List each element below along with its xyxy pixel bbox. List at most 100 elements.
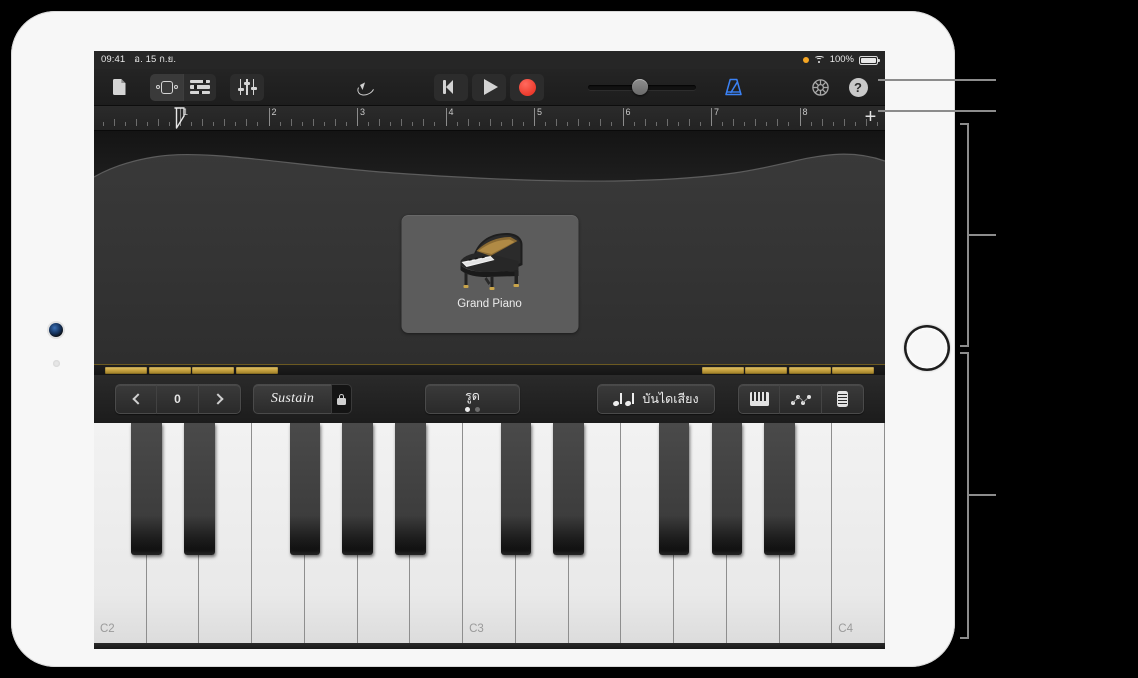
app-toolbar: ?: [94, 69, 885, 106]
metronome-button[interactable]: [716, 74, 750, 101]
ruler-tick: [135, 119, 137, 126]
bar-line: [711, 108, 712, 126]
view-mode-segmented-control[interactable]: [150, 73, 216, 101]
keyboard-view-button[interactable]: [738, 384, 780, 414]
patch-card-grand-piano[interactable]: Grand Piano: [401, 215, 578, 333]
black-key[interactable]: [289, 423, 321, 555]
keyboard-layout-segmented-control[interactable]: [738, 384, 864, 414]
bar-number: 4: [448, 107, 454, 117]
black-key[interactable]: [131, 423, 163, 555]
black-key[interactable]: [658, 423, 690, 555]
keyboard-control-bar: 0 Sustain รูด บันไดเสียง: [94, 375, 885, 423]
bar-line: [622, 108, 624, 126]
record-button[interactable]: [510, 73, 544, 101]
sustain-button[interactable]: Sustain: [253, 384, 331, 414]
ruler-tick: [500, 122, 502, 126]
ruler-tick: [379, 119, 381, 126]
bar-number: 7: [714, 107, 720, 117]
timeline-ruler[interactable]: 12345678 +: [94, 106, 885, 131]
ruler-tick: [545, 122, 547, 126]
ruler-tick: [744, 122, 746, 126]
undo-button[interactable]: [348, 74, 382, 101]
undo-icon: [355, 79, 375, 95]
black-key[interactable]: [500, 423, 532, 555]
sustain-label: Sustain: [270, 391, 315, 406]
keyboard-base-strip: [94, 643, 885, 649]
octave-stepper[interactable]: 0: [115, 384, 241, 414]
rewind-button[interactable]: [434, 73, 468, 101]
track-view-button[interactable]: [150, 73, 183, 101]
ruler-tick: [412, 122, 414, 126]
glissando-button[interactable]: รูด: [425, 384, 520, 414]
black-key[interactable]: [764, 423, 795, 555]
help-button[interactable]: ?: [841, 74, 875, 101]
ruler-tick: [567, 122, 569, 126]
bar-number: 2: [271, 107, 277, 117]
add-track-button[interactable]: +: [862, 107, 879, 127]
ruler-tick: [301, 122, 303, 126]
ruler-tick: [213, 122, 215, 126]
document-icon: [112, 79, 126, 95]
gold-trim-segment: [105, 367, 147, 374]
gold-trim-strip: [94, 364, 885, 375]
sustain-lock-button[interactable]: [331, 384, 352, 414]
ruler-tick: [755, 119, 757, 126]
ruler-tick: [323, 122, 325, 126]
music-notes-icon: [612, 392, 635, 407]
settings-button[interactable]: [803, 74, 837, 101]
ruler-tick: [202, 119, 204, 126]
black-key[interactable]: [184, 423, 215, 555]
callout-line-ruler: [878, 110, 996, 112]
chevron-right-icon: [212, 393, 224, 405]
glissando-label: รูด: [465, 389, 480, 403]
status-bar-right: 100%: [802, 51, 880, 69]
ruler-tick: [423, 119, 425, 126]
my-songs-button[interactable]: [102, 74, 136, 101]
bar-number: 6: [625, 107, 631, 117]
gold-trim-left: [105, 367, 278, 374]
fader-view-button[interactable]: [822, 384, 864, 414]
gold-trim-segment: [701, 367, 744, 374]
key-octave-label: C4: [838, 623, 853, 635]
octave-down-button[interactable]: [115, 384, 157, 414]
gold-trim-segment: [148, 367, 191, 374]
gold-trim-segment: [745, 367, 787, 374]
playhead-marker[interactable]: [174, 107, 185, 129]
ruler-tick: [611, 122, 613, 126]
ruler-tick: [722, 122, 724, 126]
lock-icon: [337, 393, 346, 405]
ruler-tick: [456, 122, 458, 126]
master-volume-slider[interactable]: [588, 77, 696, 97]
octave-up-button[interactable]: [199, 384, 241, 414]
callout-bracket-keyboard-bottom: [960, 637, 969, 639]
ruler-tick: [633, 122, 635, 126]
ambient-sensor-icon: [53, 360, 60, 367]
track-controls-button[interactable]: [230, 73, 264, 101]
record-icon: [518, 78, 536, 96]
ruler-tick: [854, 122, 856, 126]
black-key[interactable]: [553, 423, 584, 555]
black-key[interactable]: [395, 423, 426, 555]
piano-keyboard[interactable]: C2 C3 C4: [94, 423, 885, 649]
play-button[interactable]: [472, 73, 506, 101]
bar-line: [357, 108, 358, 126]
black-key[interactable]: [711, 423, 743, 555]
ruler-tick: [124, 122, 126, 126]
home-button[interactable]: [904, 325, 950, 371]
scale-button[interactable]: บันไดเสียง: [597, 384, 715, 414]
battery-percent-label: 100%: [829, 54, 854, 65]
ruler-tick: [589, 122, 591, 126]
ruler-tick: [467, 119, 469, 126]
slider-knob[interactable]: [632, 79, 649, 95]
mixer-view-icon: [189, 80, 210, 94]
arpeggiator-icon: [790, 393, 811, 406]
sustain-control[interactable]: Sustain: [253, 384, 352, 414]
arpeggiator-view-button[interactable]: [780, 384, 822, 414]
black-key[interactable]: [342, 423, 373, 555]
white-key[interactable]: C4: [832, 423, 885, 643]
mixer-view-button[interactable]: [183, 74, 216, 101]
ruler-tick: [279, 122, 281, 126]
gold-trim-segment: [832, 367, 874, 374]
gold-trim-segment: [788, 367, 831, 374]
ruler-tick: [478, 122, 480, 126]
